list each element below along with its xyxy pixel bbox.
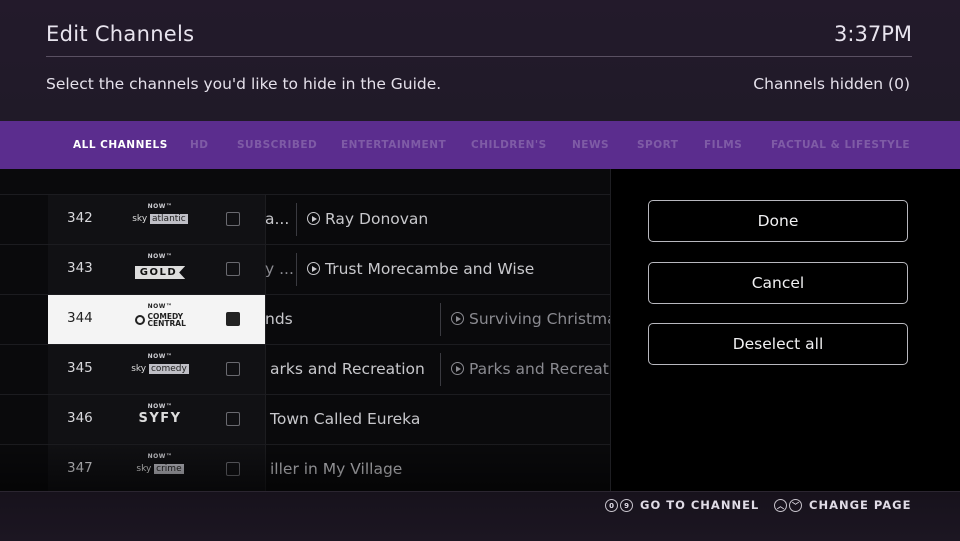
sky-atlantic-logo: NOW™ sky atlantic bbox=[132, 203, 188, 224]
done-button[interactable]: Done bbox=[648, 200, 908, 242]
programme-divider bbox=[440, 353, 441, 386]
hide-checkbox[interactable] bbox=[226, 462, 240, 476]
channel-row[interactable]: 345 NOW™ sky comedy arks and Recreation … bbox=[0, 344, 610, 394]
channel-row[interactable]: 347 NOW™ sky crime iller in My Village bbox=[0, 444, 610, 491]
programme-divider bbox=[440, 303, 441, 336]
channel-number: 345 bbox=[67, 360, 93, 376]
channel-number: 344 bbox=[67, 310, 93, 326]
channel-row-selected[interactable]: 344 NOW™ COMEDY CENTRAL nds Surviving Ch… bbox=[0, 294, 610, 344]
header-divider bbox=[46, 56, 912, 57]
page-title: Edit Channels bbox=[46, 22, 195, 46]
sky-crime-logo: NOW™ sky crime bbox=[136, 453, 184, 474]
tab-childrens[interactable]: CHILDREN'S bbox=[471, 139, 547, 151]
programme-title: iller in My Village bbox=[270, 460, 403, 478]
play-icon bbox=[307, 212, 320, 225]
programme-title: Town Called Eureka bbox=[270, 410, 421, 428]
hide-checkbox[interactable] bbox=[226, 212, 240, 226]
channel-row[interactable]: 346 NOW™ SYFY Town Called Eureka bbox=[0, 394, 610, 444]
key-0-icon: 0 bbox=[605, 499, 618, 512]
channel-number: 347 bbox=[67, 460, 93, 476]
programme-title: a... bbox=[265, 210, 290, 228]
channel-cell[interactable]: 344 NOW™ COMEDY CENTRAL bbox=[48, 295, 266, 344]
go-to-channel-hint: 09 GO TO CHANNEL bbox=[605, 498, 759, 512]
tab-sport[interactable]: SPORT bbox=[637, 139, 678, 151]
programme-next: Trust Morecambe and Wise bbox=[307, 260, 534, 278]
header: Edit Channels 3:37PM Select the channels… bbox=[0, 0, 960, 121]
play-icon bbox=[451, 362, 464, 375]
programme-next: Surviving Christmas bbox=[451, 310, 610, 328]
programme-title: nds bbox=[265, 310, 293, 328]
panel-divider bbox=[610, 169, 611, 491]
tab-factual-lifestyle[interactable]: FACTUAL & LIFESTYLE bbox=[771, 139, 910, 151]
channel-cell[interactable]: 343 NOW™ GOLD bbox=[48, 245, 266, 294]
channels-hidden-count: Channels hidden (0) bbox=[753, 75, 910, 93]
key-9-icon: 9 bbox=[620, 499, 633, 512]
gold-logo: NOW™ GOLD bbox=[120, 253, 200, 287]
sky-comedy-logo: NOW™ sky comedy bbox=[131, 353, 189, 374]
play-icon bbox=[451, 312, 464, 325]
channel-cell[interactable]: 346 NOW™ SYFY bbox=[48, 395, 266, 444]
channel-number: 346 bbox=[67, 410, 93, 426]
tab-hd[interactable]: HD bbox=[190, 139, 209, 151]
change-page-hint: ︿ ﹀ CHANGE PAGE bbox=[774, 498, 911, 512]
channel-row[interactable]: 343 NOW™ GOLD y ... Trust Morecambe and … bbox=[0, 244, 610, 294]
tab-films[interactable]: FILMS bbox=[704, 139, 742, 151]
programme-divider bbox=[296, 253, 297, 286]
tab-entertainment[interactable]: ENTERTAINMENT bbox=[341, 139, 446, 151]
tab-news[interactable]: NEWS bbox=[572, 139, 609, 151]
programme-title: arks and Recreation bbox=[270, 360, 425, 378]
clock: 3:37PM bbox=[834, 22, 912, 46]
deselect-all-button[interactable]: Deselect all bbox=[648, 323, 908, 365]
programme-next: Ray Donovan bbox=[307, 210, 428, 228]
chevron-up-icon: ︿ bbox=[774, 499, 787, 512]
programme-next: Parks and Recreation bbox=[451, 360, 610, 378]
comedy-central-logo: NOW™ COMEDY CENTRAL bbox=[120, 303, 200, 337]
hide-checkbox[interactable] bbox=[226, 412, 240, 426]
tab-subscribed[interactable]: SUBSCRIBED bbox=[237, 139, 317, 151]
channel-cell[interactable]: 347 NOW™ sky crime bbox=[48, 445, 266, 491]
syfy-logo: NOW™ SYFY bbox=[138, 403, 182, 426]
chevron-down-icon: ﹀ bbox=[789, 499, 802, 512]
channel-cell[interactable]: 345 NOW™ sky comedy bbox=[48, 345, 266, 394]
channel-cell[interactable]: 342 NOW™ sky atlantic bbox=[48, 195, 266, 244]
cancel-button[interactable]: Cancel bbox=[648, 262, 908, 304]
comedy-central-icon bbox=[134, 315, 145, 325]
programme-divider bbox=[296, 203, 297, 236]
hide-checkbox[interactable] bbox=[226, 362, 240, 376]
programme-title: y ... bbox=[265, 260, 294, 278]
tab-all-channels[interactable]: ALL CHANNELS bbox=[73, 139, 168, 151]
category-tabs: ALL CHANNELS HD SUBSCRIBED ENTERTAINMENT… bbox=[0, 121, 960, 169]
footer-hints: 09 GO TO CHANNEL ︿ ﹀ CHANGE PAGE bbox=[0, 491, 960, 541]
channel-row[interactable]: 342 NOW™ sky atlantic a... Ray Donovan bbox=[0, 194, 610, 244]
hide-checkbox-checked[interactable] bbox=[226, 312, 240, 326]
hide-checkbox[interactable] bbox=[226, 262, 240, 276]
play-icon bbox=[307, 262, 320, 275]
channel-number: 343 bbox=[67, 260, 93, 276]
channel-list: 342 NOW™ sky atlantic a... Ray Donovan 3… bbox=[0, 169, 610, 491]
instructions-text: Select the channels you'd like to hide i… bbox=[46, 75, 442, 93]
channel-number: 342 bbox=[67, 210, 93, 226]
